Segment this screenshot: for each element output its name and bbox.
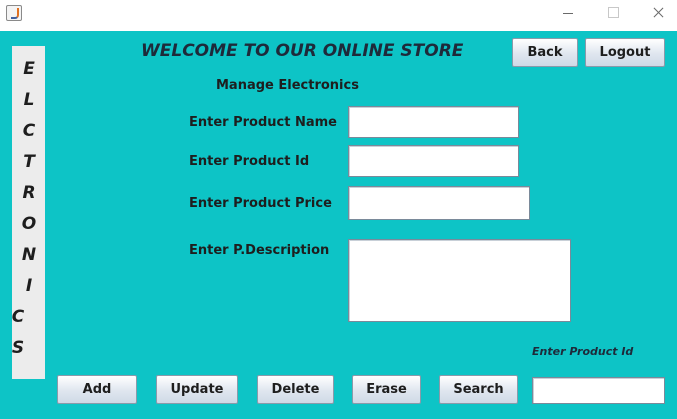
product-price-input[interactable] [348, 186, 530, 220]
sidebar-letter: N [21, 245, 37, 265]
sidebar-letter: T [23, 152, 35, 172]
maximize-icon[interactable] [597, 3, 629, 23]
delete-button[interactable]: Delete [257, 375, 334, 404]
java-cup-icon [6, 5, 22, 21]
sidebar-letter: E [23, 59, 35, 79]
add-button[interactable]: Add [57, 375, 137, 404]
sidebar-letter: C [22, 121, 36, 141]
product-id-label: Enter Product Id [189, 154, 310, 169]
description-label: Enter P.Description [189, 243, 330, 258]
logout-button[interactable]: Logout [585, 38, 665, 67]
product-id-input[interactable] [348, 145, 519, 177]
product-name-input[interactable] [348, 106, 519, 138]
minimize-icon[interactable] [552, 3, 584, 23]
description-textarea[interactable] [348, 239, 571, 322]
search-button[interactable]: Search [439, 375, 518, 404]
window-titlebar [0, 0, 677, 31]
sidebar-letter: L [23, 90, 35, 110]
sidebar-strip: E L C T R O N I C S [12, 46, 45, 379]
close-icon[interactable] [642, 3, 674, 23]
sidebar-letter: R [22, 183, 36, 203]
product-price-label: Enter Product Price [189, 196, 332, 211]
section-subtitle: Manage Electronics [216, 78, 359, 93]
search-id-label: Enter Product Id [532, 345, 634, 358]
erase-button[interactable]: Erase [352, 375, 421, 404]
sidebar-letter: I [25, 276, 33, 296]
back-button[interactable]: Back [512, 38, 578, 67]
product-name-label: Enter Product Name [189, 115, 337, 130]
sidebar-letter: C [11, 307, 25, 327]
search-id-input[interactable] [532, 377, 665, 404]
sidebar-letter: S [11, 338, 25, 358]
sidebar-letter: O [21, 214, 37, 234]
page-title: WELCOME TO OUR ONLINE STORE [141, 41, 464, 61]
update-button[interactable]: Update [156, 375, 238, 404]
